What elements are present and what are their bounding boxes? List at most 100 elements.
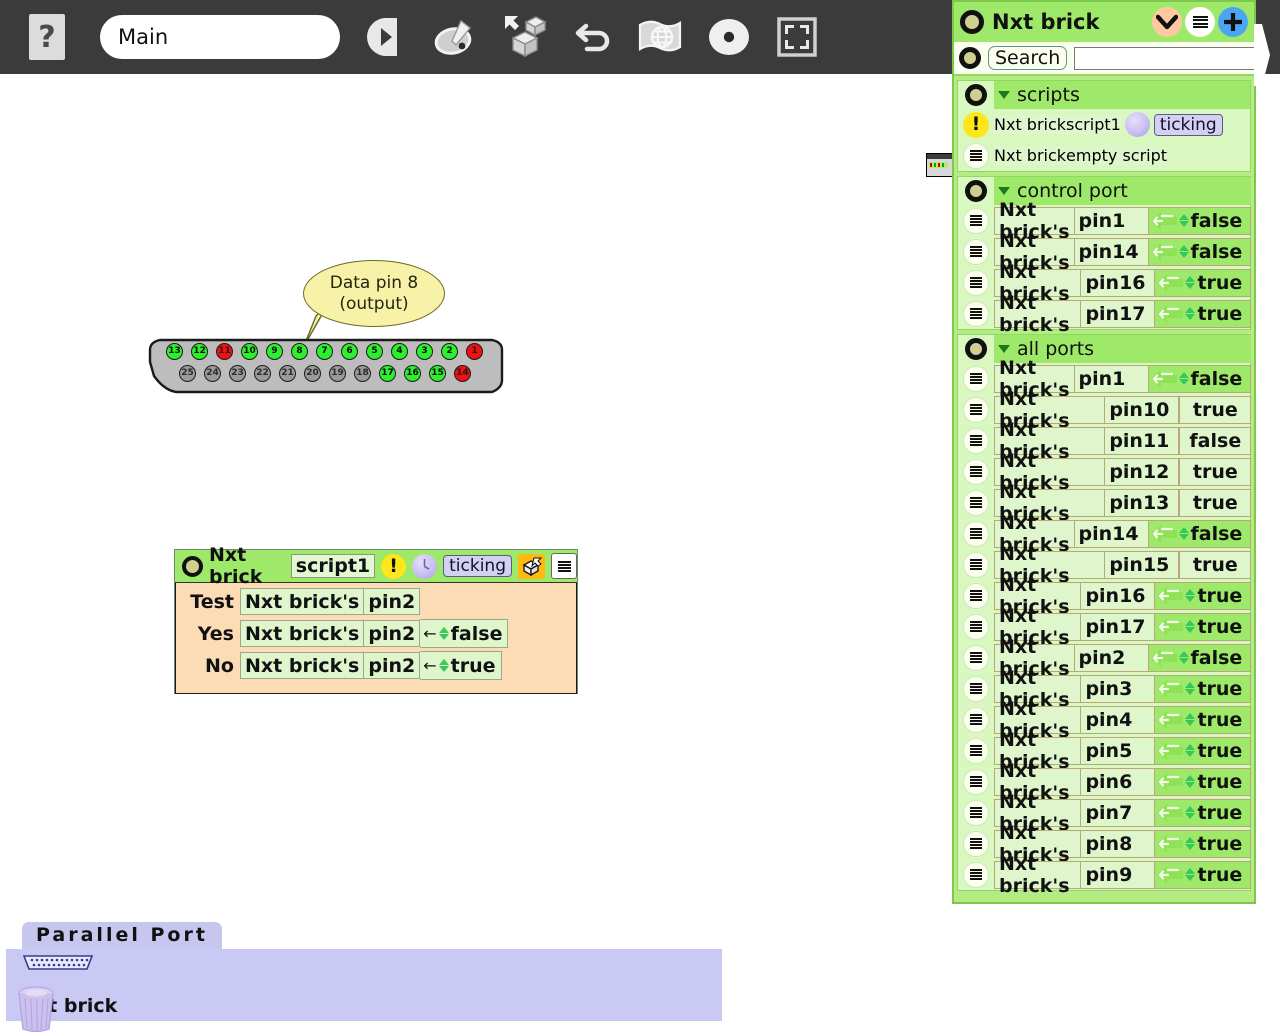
row-setter[interactable]: false — [1149, 644, 1252, 672]
assignment-arrow-icon[interactable] — [1156, 832, 1184, 856]
value-stepper[interactable] — [439, 659, 449, 672]
row-setter[interactable]: false — [1149, 365, 1252, 393]
db25-connector-icon[interactable] — [20, 952, 96, 972]
assignment-arrow-wrap[interactable] — [1155, 863, 1185, 887]
panel-search-row[interactable]: Search — [954, 42, 1254, 76]
dock-body[interactable]: Nxt brick — [6, 949, 722, 1021]
cube-badge-icon[interactable] — [518, 554, 545, 579]
row-slot[interactable]: pin7 — [1081, 799, 1155, 827]
row-setter[interactable]: true — [1155, 269, 1251, 297]
value-stepper[interactable] — [1185, 713, 1195, 726]
triangle-down-icon[interactable] — [998, 345, 1010, 353]
value-stepper[interactable] — [1185, 620, 1195, 633]
search-input[interactable] — [1074, 47, 1256, 70]
row-slot[interactable]: pin4 — [1081, 706, 1155, 734]
value-stepper[interactable] — [1185, 307, 1195, 320]
script-list-row[interactable]: Nxt brickempty script — [994, 140, 1250, 171]
assignment-arrow-icon[interactable] — [1156, 801, 1184, 825]
value-stepper[interactable] — [1185, 868, 1195, 881]
record-button[interactable] — [700, 8, 758, 66]
clock-ball-icon[interactable] — [1125, 112, 1150, 137]
row-setter[interactable]: false — [1149, 207, 1252, 235]
assignment-arrow-wrap[interactable] — [1155, 739, 1185, 763]
row-value-box[interactable]: false — [1179, 647, 1247, 669]
row-slot[interactable]: pin11 — [1105, 427, 1179, 455]
value-stepper[interactable] — [1185, 682, 1195, 695]
assignment-arrow-wrap[interactable] — [1155, 770, 1185, 794]
script-value[interactable]: false — [451, 623, 503, 645]
row-receiver[interactable]: Nxt brick's — [994, 300, 1081, 328]
assignment-arrow-icon[interactable] — [1150, 209, 1178, 233]
row-slot[interactable]: pin10 — [1105, 396, 1179, 424]
value-stepper[interactable] — [1185, 837, 1195, 850]
row-value-box[interactable]: false — [1179, 523, 1247, 545]
row-slot[interactable]: pin5 — [1081, 737, 1155, 765]
clock-ball-icon[interactable] — [412, 554, 437, 579]
exclamation-icon[interactable]: ! — [381, 554, 406, 579]
script-status-label[interactable]: ticking — [443, 555, 512, 577]
watcher-menu-icon[interactable] — [958, 363, 994, 394]
chevron-down-icon[interactable] — [1152, 7, 1182, 37]
script-list-row[interactable]: Nxt brickscript1ticking — [994, 109, 1250, 140]
script-line[interactable]: YesNxt brick'spin2←false — [182, 620, 576, 647]
script-tile-header[interactable]: Nxt brick script1 ! ticking — [175, 550, 577, 583]
watcher-menu-icon[interactable] — [958, 140, 994, 171]
watcher-menu-icon[interactable] — [958, 425, 994, 456]
property-row[interactable]: Nxt brick'spin17true — [994, 298, 1251, 329]
assignment-arrow-icon[interactable] — [1156, 302, 1184, 326]
script-menu-button[interactable] — [551, 553, 577, 579]
object-circle-icon[interactable] — [958, 335, 994, 363]
row-value[interactable]: true — [1197, 272, 1242, 294]
watcher-menu-icon[interactable] — [958, 236, 994, 267]
value-stepper[interactable] — [1185, 744, 1195, 757]
watcher-menu-icon[interactable] — [958, 828, 994, 859]
row-slot[interactable]: pin1 — [1075, 207, 1149, 235]
script-receiver[interactable]: Nxt brick's — [240, 588, 364, 615]
assignment-arrow-wrap[interactable] — [1149, 240, 1179, 264]
value-stepper[interactable] — [1185, 806, 1195, 819]
assignment-arrow-wrap[interactable] — [1155, 615, 1185, 639]
row-slot[interactable]: pin12 — [1105, 458, 1179, 486]
assignment-arrow-wrap[interactable] — [1155, 801, 1185, 825]
row-setter[interactable]: true — [1155, 861, 1251, 889]
watcher-menu-icon[interactable] — [958, 642, 994, 673]
row-slot[interactable]: pin2 — [1075, 644, 1149, 672]
row-slot[interactable]: pin17 — [1081, 300, 1155, 328]
assignment-arrow-icon[interactable] — [1156, 770, 1184, 794]
watcher-menu-icon[interactable] — [958, 735, 994, 766]
back-button[interactable] — [360, 8, 418, 66]
row-setter[interactable]: true — [1155, 675, 1251, 703]
assignment-arrow-icon[interactable] — [1150, 522, 1178, 546]
assignment-arrow-icon[interactable] — [1156, 677, 1184, 701]
row-setter[interactable]: false — [1149, 238, 1252, 266]
row-slot[interactable]: script1 — [1066, 115, 1121, 134]
watcher-menu-icon[interactable] — [958, 580, 994, 611]
watcher-menu-icon[interactable] — [958, 673, 994, 704]
script-slot[interactable]: pin2 — [364, 588, 420, 615]
row-setter[interactable]: true — [1155, 613, 1251, 641]
assignment-arrow-icon[interactable] — [1156, 739, 1184, 763]
value-stepper[interactable] — [1179, 527, 1189, 540]
row-setter[interactable]: true — [1155, 706, 1251, 734]
row-setter[interactable]: true — [1155, 830, 1251, 858]
row-setter[interactable]: false — [1149, 520, 1252, 548]
assignment-arrow-wrap[interactable] — [1155, 584, 1185, 608]
object-circle-icon[interactable] — [958, 81, 994, 109]
row-value[interactable]: false — [1191, 210, 1243, 232]
row-slot[interactable]: pin6 — [1081, 768, 1155, 796]
assignment-arrow-wrap[interactable] — [1149, 367, 1179, 391]
row-receiver[interactable]: Nxt brick — [994, 115, 1066, 134]
watcher-menu-icon[interactable] — [958, 205, 994, 236]
row-setter[interactable]: true — [1155, 768, 1251, 796]
assignment-arrow-icon[interactable] — [1156, 863, 1184, 887]
watcher-menu-icon[interactable] — [958, 766, 994, 797]
row-value[interactable]: true — [1197, 833, 1242, 855]
value-stepper[interactable] — [1185, 589, 1195, 602]
value-stepper[interactable] — [1185, 775, 1195, 788]
row-value[interactable]: true — [1197, 616, 1242, 638]
project-name-field[interactable]: Main — [100, 15, 340, 59]
object-viewer-panel[interactable]: Nxt brick Search !scriptsNxt brickscript… — [952, 0, 1256, 904]
assignment-arrow-icon[interactable] — [1150, 240, 1178, 264]
property-row[interactable]: Nxt brick'spin9true — [994, 859, 1251, 890]
watcher-menu-icon[interactable] — [958, 267, 994, 298]
